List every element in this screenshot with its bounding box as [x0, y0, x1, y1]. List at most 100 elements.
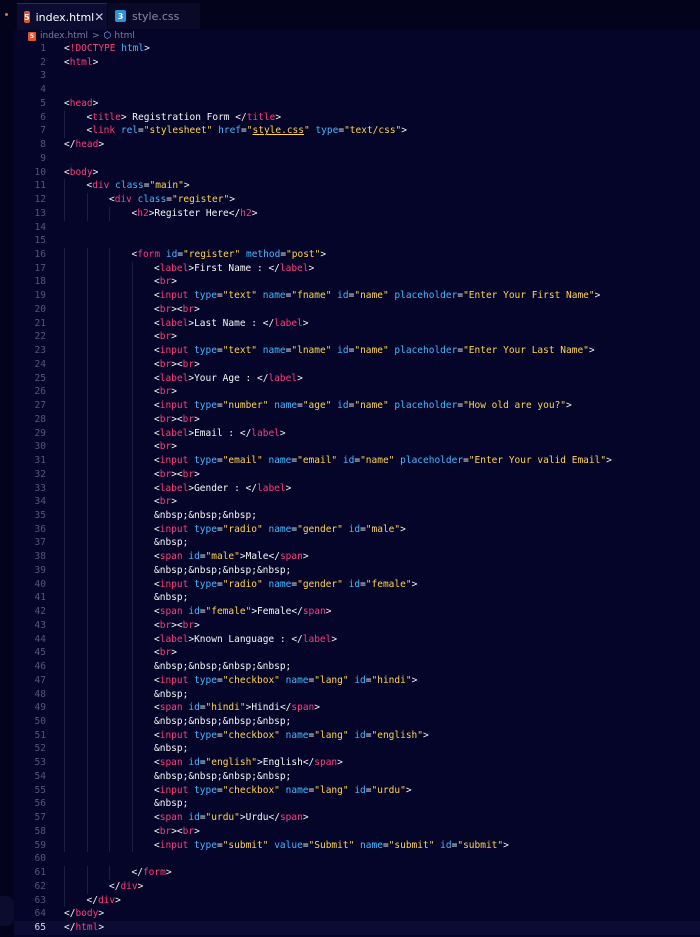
code-token: id	[337, 290, 349, 302]
code-line[interactable]: 64 </body>	[14, 907, 700, 921]
indent-guide	[64, 536, 65, 551]
code-text: &nbsp;	[154, 591, 188, 605]
code-line[interactable]: 34 <br>	[14, 495, 700, 509]
code-line[interactable]: 2 <html>	[14, 56, 700, 70]
code-line[interactable]: 10 <body>	[14, 166, 700, 180]
code-line[interactable]: 46 &nbsp;&nbsp;&nbsp;&nbsp;	[14, 660, 700, 674]
code-token: span	[159, 757, 183, 769]
code-line[interactable]: 52 &nbsp;	[14, 742, 700, 757]
code-line[interactable]: 1 <!DOCTYPE html>	[14, 42, 700, 56]
element-cube-icon: ⬡	[103, 31, 112, 41]
code-line[interactable]: 38 <span id="male">Male</span>	[14, 550, 700, 564]
code-line[interactable]: 27 <input type="number" name="age" id="na…	[14, 399, 700, 413]
code-line[interactable]: 7 <link rel="stylesheet" href="style.css"…	[14, 124, 700, 139]
code-line[interactable]: 14	[14, 221, 700, 235]
code-line[interactable]: 9	[14, 152, 700, 166]
code-line[interactable]: 59 <input type="submit" value="Submit" na…	[14, 838, 700, 853]
breadcrumb-file[interactable]: index.html	[40, 31, 88, 41]
breadcrumb-element[interactable]: html	[114, 31, 135, 41]
code-line[interactable]: 53 <span id="english">English</span>	[14, 756, 700, 770]
code-editor[interactable]: 1 <!DOCTYPE html> 2 <html> 3 4 5 <head> 6 <title>…	[14, 42, 700, 937]
code-line[interactable]: 18 <br>	[14, 275, 700, 290]
code-line[interactable]: 63 </div>	[14, 893, 700, 908]
code-token: br	[159, 825, 172, 837]
code-line[interactable]: 6 <title> Registration Form </title>	[14, 110, 700, 125]
indent-guide	[64, 440, 65, 455]
code-line[interactable]: 47 <input type="checkbox" name="lang" id=…	[14, 673, 700, 688]
indent-guide	[131, 399, 133, 413]
code-line[interactable]: 20 <br><br>	[14, 302, 700, 317]
code-token: &nbsp;&nbsp;&nbsp;&nbsp;	[154, 661, 292, 673]
code-line[interactable]: 8 </head>	[14, 138, 700, 152]
code-token: >	[302, 812, 309, 824]
indent-guide	[131, 756, 133, 770]
code-line[interactable]: 4	[14, 83, 700, 97]
code-line[interactable]: 23 <input type="text" name="lname" id="na…	[14, 344, 700, 358]
tab-style-css[interactable]: 3 style.css	[108, 3, 200, 29]
code-line[interactable]: 25 <label>Your Age : </label>	[14, 371, 700, 386]
code-line[interactable]: 40 <input type="radio" name="gender" id="…	[14, 577, 700, 592]
code-line[interactable]: 13 <h2>Register Here</h2>	[14, 206, 700, 221]
code-line[interactable]: 55 <input type="checkbox" name="lang" id=…	[14, 783, 700, 798]
code-token: >	[137, 880, 144, 892]
code-token: span	[279, 551, 303, 563]
code-line[interactable]: 62 </div>	[14, 879, 700, 894]
code-line[interactable]: 21 <label>Last Name : </label>	[14, 316, 700, 331]
line-number: 12	[34, 194, 46, 206]
code-token: class	[137, 194, 167, 206]
code-line[interactable]: 32 <br><br>	[14, 467, 700, 482]
code-line[interactable]: 65 </html>	[14, 921, 700, 935]
code-line[interactable]: 12 <div class="register">	[14, 193, 700, 207]
code-token: >	[92, 166, 99, 178]
code-line[interactable]: 48 &nbsp;	[14, 687, 700, 702]
code-line[interactable]: 57 <span id="urdu">Urdu</span>	[14, 811, 700, 825]
indent-guide	[86, 481, 88, 496]
indent-guide	[131, 563, 133, 578]
code-line[interactable]: 49 <span id="hindi">Hindi</span>	[14, 701, 700, 715]
close-tab-icon[interactable]: ✕	[94, 10, 104, 24]
code-line[interactable]: 37 &nbsp;	[14, 536, 700, 551]
line-number: 60	[34, 853, 46, 865]
code-line[interactable]: 45 <br>	[14, 646, 700, 661]
code-token: </	[235, 111, 247, 123]
code-line[interactable]: 30 <br>	[14, 440, 700, 455]
code-token: type	[194, 839, 217, 851]
code-line[interactable]: 35 &nbsp;&nbsp;&nbsp;	[14, 508, 700, 523]
code-line[interactable]: 44 <label>Known Language : </label>	[14, 632, 700, 647]
code-line[interactable]: 19 <input type="text" name="fname" id="na…	[14, 289, 700, 303]
tab-index-html[interactable]: 5 index.html ✕	[17, 3, 107, 30]
code-line[interactable]: 15	[14, 234, 700, 248]
code-line[interactable]: 58 <br><br>	[14, 824, 700, 839]
code-line[interactable]: 33 <label>Gender : </label>	[14, 481, 700, 496]
code-line[interactable]: 36 <input type="radio" name="gender" id="…	[14, 522, 700, 537]
indent-guide	[86, 673, 88, 688]
code-line[interactable]: 60	[14, 852, 700, 866]
code-line[interactable]: 43 <br><br>	[14, 618, 700, 633]
code-line[interactable]: 3	[14, 69, 700, 83]
code-line[interactable]: 39 &nbsp;&nbsp;&nbsp;&nbsp;	[14, 563, 700, 578]
code-line[interactable]: 50 &nbsp;&nbsp;&nbsp;&nbsp;	[14, 714, 700, 729]
code-token: Hindi	[251, 702, 280, 714]
code-line[interactable]: 42 <span id="female">Female</span>	[14, 605, 700, 619]
sidebar-toggle-handle[interactable]	[0, 896, 14, 926]
indent-guide	[131, 426, 133, 441]
code-line[interactable]: 54 &nbsp;&nbsp;&nbsp;&nbsp;	[14, 769, 700, 784]
code-line[interactable]: 51 <input type="checkbox" name="lang" id=…	[14, 728, 700, 743]
indent-guide	[64, 605, 65, 619]
code-line[interactable]: 41 &nbsp;	[14, 591, 700, 606]
code-line[interactable]: 29 <label>Email : </label>	[14, 426, 700, 441]
code-line[interactable]: 22 <br>	[14, 330, 700, 345]
code-line[interactable]: 26 <br>	[14, 385, 700, 400]
code-line[interactable]: 56 &nbsp;	[14, 797, 700, 812]
code-line[interactable]: 16 <form id="register" method="post">	[14, 248, 700, 262]
code-line[interactable]: 28 <br><br>	[14, 412, 700, 427]
code-line[interactable]: 17 <label>First Name : </label>	[14, 261, 700, 276]
indent-guide	[109, 454, 110, 468]
code-line[interactable]: 61 </form>	[14, 866, 700, 880]
indent-guide	[131, 508, 133, 523]
code-line[interactable]: 24 <br><br>	[14, 357, 700, 372]
code-line[interactable]: 5 <head>	[14, 97, 700, 111]
indent-guide	[64, 508, 65, 523]
code-line[interactable]: 11 <div class="main">	[14, 179, 700, 194]
code-line[interactable]: 31 <input type="email" name="email" id="n…	[14, 454, 700, 468]
